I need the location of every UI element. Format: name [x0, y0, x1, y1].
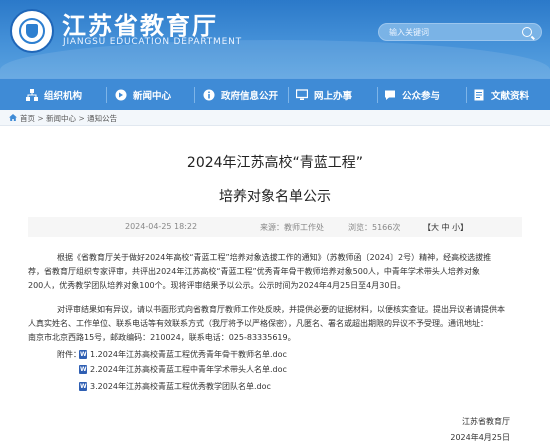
article-meta-bar: 2024-04-25 18:22 来源：教师工作处 浏览：5166次 【大 中 … — [28, 217, 522, 237]
attachment-link[interactable]: 1.2024年江苏高校青蓝工程优秀青年骨干教师名单.doc — [79, 349, 287, 360]
nav-divider — [466, 87, 467, 103]
document-icon — [474, 89, 484, 101]
article-title: 2024年江苏高校“青蓝工程” — [186, 155, 364, 171]
nav-item-documents[interactable]: 文献资料 — [473, 79, 529, 111]
site-title[interactable]: 江苏省教育厅 — [62, 6, 218, 41]
publish-date: 2024-04-25 18:22 — [125, 222, 198, 231]
paragraph-line: 200人，优秀教学团队培养对象100个。现将评审结果予以公示。公示时间为2024… — [28, 281, 406, 290]
word-doc-icon — [79, 365, 87, 374]
breadcrumb-separator: > — [76, 114, 88, 123]
nav-divider — [194, 87, 195, 103]
attachments-label: 附件： — [57, 350, 81, 359]
nav-label: 文献资料 — [491, 91, 530, 102]
nav-divider — [377, 87, 378, 103]
nav-item-online-service[interactable]: 网上办事 — [296, 79, 352, 111]
attachment-link[interactable]: 2.2024年江苏高校青蓝工程中青年学术带头人名单.doc — [79, 364, 287, 375]
attachment-link[interactable]: 3.2024年江苏高校青蓝工程优秀教学团队名单.doc — [79, 381, 271, 392]
word-doc-icon — [79, 350, 87, 359]
font-size-switcher: 【大 中 小】 — [423, 222, 468, 233]
nav-divider — [106, 87, 107, 103]
font-size-large-button[interactable]: 大 — [431, 223, 439, 232]
nav-label: 公众参与 — [402, 91, 441, 102]
org-icon — [26, 89, 38, 101]
site-header: 江苏省教育厅 JIANGSU EDUCATION DEPARTMENT — [0, 0, 550, 78]
paragraph-line: 根据《省教育厅关于做好2024年高校“青蓝工程”培养对象选拔工作的通知》（苏教师… — [57, 253, 492, 262]
paragraph-line: 人真实姓名、工作单位、联系电话等有效联系方式（我厅将予以严格保密），凡匿名、署名… — [28, 319, 488, 328]
nav-divider — [288, 87, 289, 103]
main-nav: 组织机构 新闻中心 政府信息公开 网上办事 公众参与 文献资料 — [0, 78, 550, 110]
nav-label: 组织机构 — [44, 91, 83, 102]
search-box[interactable] — [378, 23, 542, 41]
view-count: 浏览：5166次 — [348, 223, 401, 232]
news-icon — [115, 89, 127, 101]
signature: 江苏省教育厅 — [462, 417, 510, 426]
font-size-small-button[interactable]: 小 — [452, 223, 460, 232]
breadcrumb-trail: 首页 > 新闻中心 > 通知公告 — [20, 113, 117, 124]
paragraph-line: 南京市北京西路15号，邮政编码：210024，联系电话：025-83335619… — [28, 333, 296, 342]
online-service-icon — [296, 89, 308, 100]
nav-item-news[interactable]: 新闻中心 — [115, 79, 171, 111]
article-paragraph-1: 根据《省教育厅关于做好2024年高校“青蓝工程”培养对象选拔工作的通知》（苏教师… — [28, 251, 522, 293]
site-subtitle: JIANGSU EDUCATION DEPARTMENT — [63, 37, 242, 47]
paragraph-line: 荐，省教育厅组织专家评审，共评出2024年江苏高校“青蓝工程”优秀青年骨干教师培… — [28, 267, 480, 276]
attachment-filename: 2.2024年江苏高校青蓝工程中青年学术带头人名单.doc — [90, 365, 287, 374]
nav-label: 网上办事 — [314, 91, 353, 102]
nav-item-gov-info[interactable]: 政府信息公开 — [203, 79, 278, 111]
article-source: 来源：教师工作处 — [260, 223, 324, 232]
home-icon — [9, 114, 17, 121]
department-logo-icon[interactable] — [10, 9, 54, 53]
nav-item-public-participation[interactable]: 公众参与 — [384, 79, 440, 111]
attachment-filename: 3.2024年江苏高校青蓝工程优秀教学团队名单.doc — [90, 382, 271, 391]
paragraph-line: 对评审结果如有异议，请以书面形式向省教育厅教师工作处反映，并提供必要的证据材料，… — [57, 305, 505, 314]
font-bracket: 【 — [423, 223, 431, 232]
nav-item-organization[interactable]: 组织机构 — [26, 79, 82, 111]
article-subtitle: 培养对象名单公示 — [219, 189, 331, 205]
attachment-filename: 1.2024年江苏高校青蓝工程优秀青年骨干教师名单.doc — [90, 350, 287, 359]
breadcrumb-notices[interactable]: 通知公告 — [87, 114, 117, 123]
info-icon — [203, 89, 215, 101]
search-input[interactable] — [389, 25, 514, 39]
breadcrumb: 首页 > 新闻中心 > 通知公告 — [0, 110, 550, 126]
people-icon — [385, 90, 395, 100]
nav-label: 新闻中心 — [133, 91, 172, 102]
sign-date: 2024年4月25日 — [450, 433, 510, 442]
word-doc-icon — [79, 382, 87, 391]
nav-label: 政府信息公开 — [221, 91, 279, 102]
font-size-medium-button[interactable]: 中 — [442, 223, 450, 232]
article-paragraph-2: 对评审结果如有异议，请以书面形式向省教育厅教师工作处反映，并提供必要的证据材料，… — [28, 303, 522, 345]
breadcrumb-news-center[interactable]: 新闻中心 — [46, 114, 76, 123]
search-icon[interactable] — [522, 27, 532, 37]
breadcrumb-separator: > — [35, 114, 47, 123]
font-bracket: 】 — [460, 223, 469, 232]
breadcrumb-home[interactable]: 首页 — [20, 114, 35, 123]
